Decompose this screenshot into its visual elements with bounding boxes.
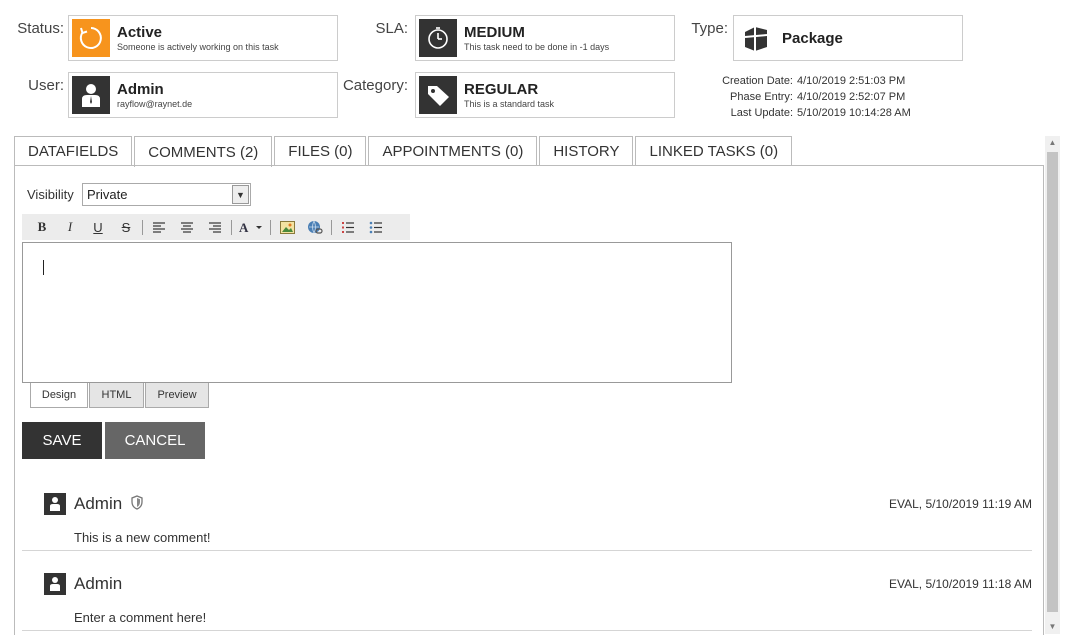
editor-mode-tabs: Design HTML Preview <box>30 383 210 408</box>
status-card[interactable]: Active Someone is actively working on th… <box>68 15 338 61</box>
comment-divider <box>22 550 1032 551</box>
tab-comments[interactable]: COMMENTS (2) <box>134 136 273 167</box>
category-card[interactable]: REGULAR This is a standard task <box>415 72 675 118</box>
sla-value: MEDIUM <box>464 24 525 41</box>
user-icon <box>44 573 66 595</box>
user-card[interactable]: Admin rayflow@raynet.de <box>68 72 338 118</box>
status-label: Status: <box>17 20 64 37</box>
toolbar-divider <box>270 219 271 235</box>
italic-button[interactable]: I <box>56 216 84 238</box>
category-label: Category: <box>342 77 408 94</box>
comment-divider <box>22 630 1032 631</box>
tab-datafields[interactable]: DATAFIELDS <box>14 136 133 166</box>
sla-label: SLA: <box>375 20 408 37</box>
visibility-label: Visibility <box>27 187 74 202</box>
ordered-list-icon[interactable] <box>334 216 362 238</box>
tab-files[interactable]: FILES (0) <box>274 136 367 166</box>
user-email: rayflow@raynet.de <box>117 99 193 109</box>
scrollbar-thumb[interactable] <box>1047 152 1058 612</box>
strikethrough-button[interactable]: S <box>112 216 140 238</box>
comment-text: This is a new comment! <box>74 530 211 545</box>
visibility-select[interactable]: Private ▼ <box>82 183 251 206</box>
sla-card[interactable]: MEDIUM This task need to be done in -1 d… <box>415 15 675 61</box>
scroll-up-icon[interactable]: ▲ <box>1045 136 1060 150</box>
user-icon <box>72 76 110 114</box>
cancel-button[interactable]: CANCEL <box>105 422 205 459</box>
bold-button[interactable]: B <box>28 216 56 238</box>
tag-icon <box>419 76 457 114</box>
comment-author: Admin <box>74 494 143 514</box>
category-value: REGULAR <box>464 81 539 98</box>
tab-linked-tasks[interactable]: LINKED TASKS (0) <box>635 136 793 166</box>
text-caret <box>43 260 44 275</box>
creation-date-label: Creation Date: <box>722 75 793 87</box>
type-label: Type: <box>691 20 728 37</box>
comment-editor[interactable] <box>22 242 732 383</box>
chevron-down-icon[interactable]: ▼ <box>232 185 249 204</box>
tab-appointments[interactable]: APPOINTMENTS (0) <box>368 136 538 166</box>
vertical-scrollbar[interactable]: ▲ ▼ <box>1045 136 1060 634</box>
save-button[interactable]: SAVE <box>22 422 102 459</box>
tab-history[interactable]: HISTORY <box>539 136 634 166</box>
insert-image-icon[interactable] <box>273 216 301 238</box>
comment-author-name: Admin <box>74 574 123 593</box>
align-right-icon[interactable] <box>201 216 229 238</box>
align-left-icon[interactable] <box>145 216 173 238</box>
font-color-icon[interactable]: A <box>234 216 268 238</box>
type-card[interactable]: Package <box>733 15 963 61</box>
comment-author-name: Admin <box>74 494 123 513</box>
last-update-value: 5/10/2019 10:14:28 AM <box>797 107 911 119</box>
package-icon <box>737 19 775 57</box>
scroll-down-icon[interactable]: ▼ <box>1045 620 1060 634</box>
user-icon <box>44 493 66 515</box>
tab-preview[interactable]: Preview <box>145 383 209 408</box>
insert-link-icon[interactable] <box>301 216 329 238</box>
task-dates: Creation Date: 4/10/2019 2:51:03 PM Phase… <box>700 73 911 121</box>
stopwatch-icon <box>419 19 457 57</box>
comment-meta: EVAL, 5/10/2019 11:19 AM <box>889 497 1032 511</box>
status-value: Active <box>117 24 163 41</box>
phase-entry-label: Phase Entry: <box>730 91 793 103</box>
creation-date-value: 4/10/2019 2:51:03 PM <box>797 75 906 87</box>
svg-text:A: A <box>239 220 249 234</box>
category-description: This is a standard task <box>464 99 555 109</box>
align-center-icon[interactable] <box>173 216 201 238</box>
tab-html[interactable]: HTML <box>89 383 144 408</box>
toolbar-divider <box>231 219 232 235</box>
bullet-list-icon[interactable] <box>362 216 390 238</box>
toolbar-divider <box>142 219 143 235</box>
tab-design[interactable]: Design <box>30 383 88 408</box>
toolbar-divider <box>331 219 332 235</box>
task-tabs: DATAFIELDS COMMENTS (2) FILES (0) APPOIN… <box>14 136 794 167</box>
comment-meta: EVAL, 5/10/2019 11:18 AM <box>889 577 1032 591</box>
refresh-icon <box>72 19 110 57</box>
sla-description: This task need to be done in -1 days <box>464 42 610 52</box>
user-value: Admin <box>117 81 164 98</box>
comment-text: Enter a comment here! <box>74 610 207 625</box>
last-update-label: Last Update: <box>730 107 793 119</box>
user-label: User: <box>28 77 64 94</box>
shield-icon <box>131 495 143 510</box>
status-description: Someone is actively working on this task <box>117 42 279 52</box>
phase-entry-value: 4/10/2019 2:52:07 PM <box>797 91 906 103</box>
visibility-value: Private <box>87 187 128 202</box>
type-value: Package <box>782 29 843 47</box>
comment-author: Admin <box>74 574 122 594</box>
underline-button[interactable]: U <box>84 216 112 238</box>
editor-toolbar: B I U S A <box>22 214 410 240</box>
